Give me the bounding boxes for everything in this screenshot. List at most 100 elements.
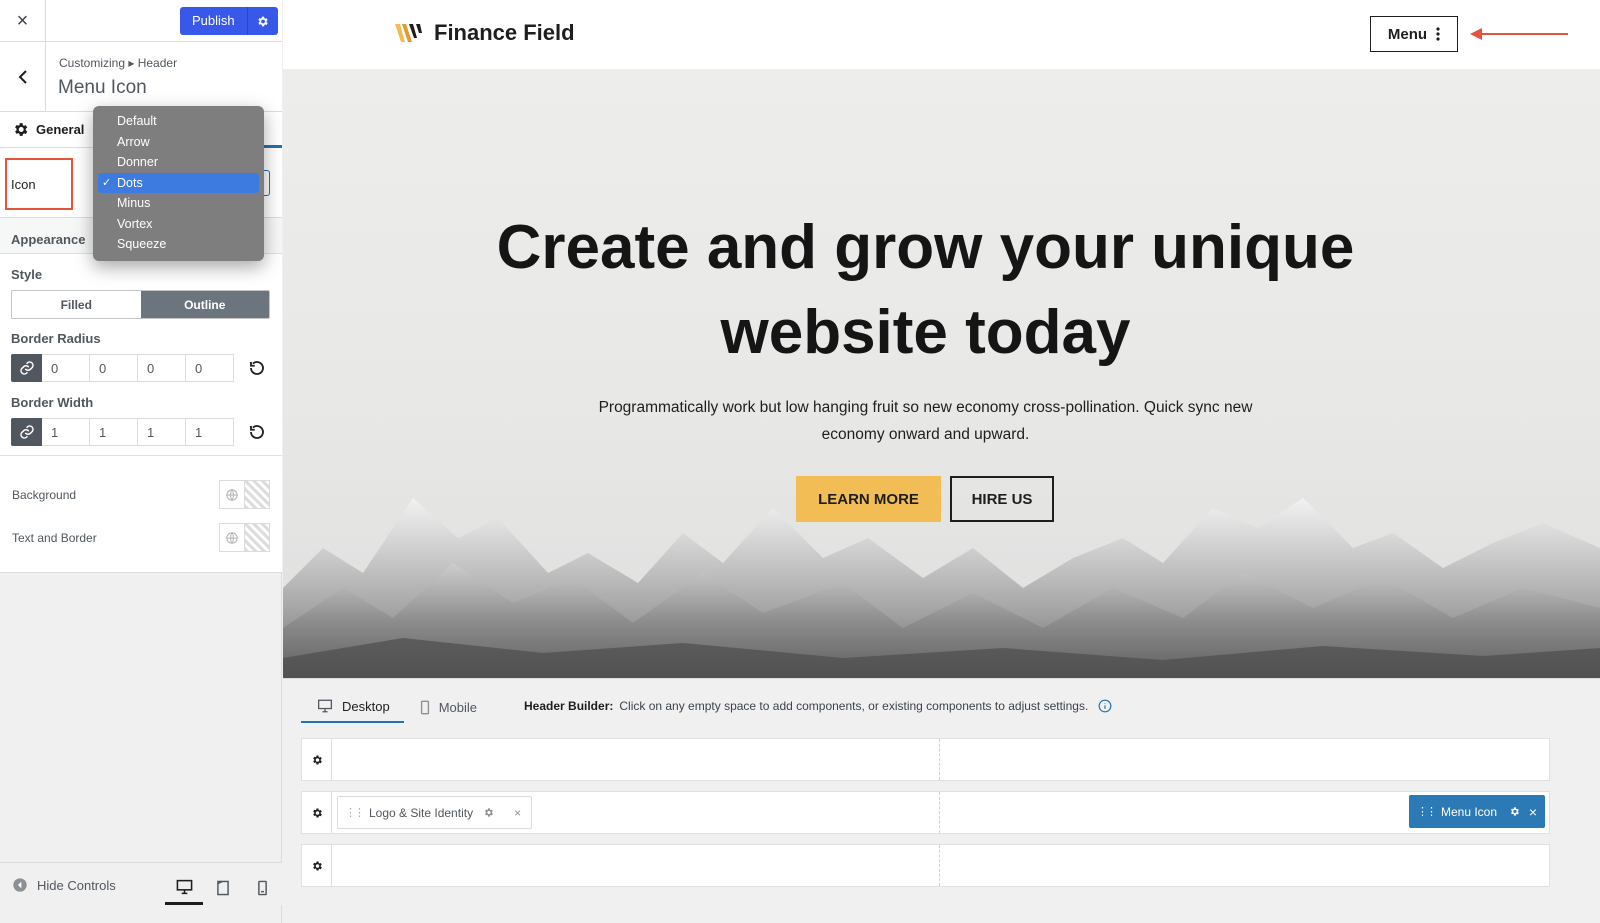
builder-help-body: Click on any empty space to add componen… (619, 699, 1089, 713)
row-settings-gear-icon[interactable] (302, 739, 332, 780)
gear-icon (15, 123, 28, 136)
style-filled-button[interactable]: Filled (12, 291, 141, 318)
section-title: Menu Icon (58, 77, 147, 98)
background-color-control[interactable] (219, 480, 270, 509)
preview-mobile-button[interactable] (243, 871, 281, 905)
dropdown-option-arrow[interactable]: Arrow (98, 132, 259, 153)
hero-subtitle: Programmatically work but low hanging fr… (598, 399, 1253, 443)
mobile-icon (257, 880, 267, 896)
menu-label: Menu (1387, 25, 1428, 43)
icon-label: Icon (11, 177, 36, 192)
border-width-right[interactable]: 1 (90, 418, 138, 446)
builder-row-main[interactable]: ⋮⋮ Logo & Site Identity × ⋮⋮ Menu Icon × (301, 791, 1550, 834)
gear-icon[interactable] (1509, 806, 1520, 817)
dropdown-option-squeeze[interactable]: Squeeze (98, 234, 259, 255)
row-settings-gear-icon[interactable] (302, 845, 332, 886)
remove-icon[interactable]: × (514, 806, 521, 820)
site-header: Finance Field Menu (283, 0, 1600, 70)
site-preview: Finance Field Menu Create and grow your … (283, 0, 1600, 923)
section-header: Customizing ▸ Header Menu Icon (0, 42, 282, 112)
background-label: Background (12, 488, 77, 502)
collapse-icon (13, 878, 27, 892)
gear-icon[interactable] (483, 807, 494, 818)
publish-settings-gear-icon[interactable] (247, 7, 278, 35)
customizer-panel: × Publish Customizing ▸ Header Menu Icon… (0, 0, 282, 923)
row-divider (939, 845, 940, 886)
tab-general[interactable]: General (12, 121, 84, 138)
publish-button-group: Publish (180, 7, 278, 35)
link-icon (19, 425, 34, 439)
customizer-footer: Hide Controls (0, 862, 282, 905)
link-icon (19, 361, 34, 375)
border-radius-inputs: 0 0 0 0 (11, 354, 234, 382)
logo-mark-icon (395, 24, 422, 42)
builder-tab-desktop-label: Desktop (342, 698, 390, 714)
border-radius-bottom[interactable]: 0 (138, 354, 186, 382)
preview-tablet-button[interactable] (204, 871, 242, 905)
dropdown-option-donner[interactable]: Donner (98, 152, 259, 173)
link-values-button[interactable] (11, 418, 42, 446)
mountains-image (283, 498, 1600, 678)
border-width-top[interactable]: 1 (42, 418, 90, 446)
border-radius-left[interactable]: 0 (186, 354, 234, 382)
row-settings-gear-icon[interactable] (302, 792, 332, 833)
builder-tab-mobile-label: Mobile (438, 699, 477, 715)
globe-icon[interactable] (220, 524, 245, 551)
desktop-icon (176, 879, 192, 894)
border-width-left[interactable]: 1 (186, 418, 234, 446)
dropdown-option-vortex[interactable]: Vortex (98, 214, 259, 235)
hero-title: Create and grow your unique website toda… (496, 213, 1355, 367)
dropdown-option-minus[interactable]: Minus (98, 193, 259, 214)
mobile-icon (420, 700, 429, 714)
row-divider (939, 792, 940, 833)
globe-icon[interactable] (220, 481, 245, 508)
border-radius-top[interactable]: 0 (42, 354, 90, 382)
remove-icon[interactable]: × (1529, 804, 1537, 820)
customizer-topbar: × Publish (0, 0, 282, 42)
info-icon[interactable] (1098, 699, 1112, 713)
style-label: Style (11, 267, 43, 282)
logo-site-identity-chip[interactable]: ⋮⋮ Logo & Site Identity × (337, 796, 533, 829)
hide-controls-button[interactable]: Hide Controls (12, 877, 116, 893)
drag-handle-icon[interactable]: ⋮⋮ (345, 806, 365, 819)
builder-row-top[interactable] (301, 738, 1550, 781)
builder-tab-mobile[interactable]: Mobile (404, 691, 491, 723)
text-border-color-swatch[interactable] (245, 524, 269, 551)
builder-row-bottom[interactable] (301, 844, 1550, 887)
link-values-button[interactable] (11, 354, 42, 382)
publish-button[interactable]: Publish (180, 7, 248, 35)
builder-device-tabs: Desktop Mobile (301, 691, 491, 723)
border-width-bottom[interactable]: 1 (138, 418, 186, 446)
annotation-arrow (1470, 28, 1568, 40)
style-outline-button[interactable]: Outline (140, 291, 269, 318)
dropdown-option-dots[interactable]: ✓ Dots (98, 172, 259, 193)
dropdown-option-default[interactable]: Default (98, 111, 259, 132)
appearance-label: Appearance (11, 232, 86, 247)
dropdown-option-dots-label: Dots (117, 175, 143, 190)
builder-tab-desktop[interactable]: Desktop (301, 691, 404, 723)
checkmark-icon: ✓ (102, 176, 112, 189)
divider (0, 455, 282, 456)
hire-us-button[interactable]: HIRE US (950, 476, 1054, 522)
chip-logo-label: Logo & Site Identity (369, 805, 474, 820)
menu-toggle-button[interactable]: Menu (1370, 16, 1458, 52)
back-button[interactable] (0, 42, 46, 112)
border-radius-label: Border Radius (11, 331, 101, 346)
design-settings: Appearance Style Filled Outline Border R… (0, 218, 282, 573)
learn-more-button[interactable]: LEARN MORE (796, 476, 941, 522)
preview-desktop-button[interactable] (165, 871, 203, 905)
border-width-reset-icon[interactable] (246, 421, 268, 443)
border-radius-reset-icon[interactable] (246, 357, 268, 379)
site-logo[interactable]: Finance Field (395, 20, 575, 46)
border-radius-right[interactable]: 0 (90, 354, 138, 382)
desktop-icon (318, 699, 332, 713)
menu-icon-chip[interactable]: ⋮⋮ Menu Icon × (1409, 795, 1545, 828)
chevron-left-icon (18, 70, 27, 84)
text-border-color-control[interactable] (219, 523, 270, 552)
background-color-swatch[interactable] (245, 481, 269, 508)
builder-help-title: Header Builder: (524, 699, 614, 713)
tablet-icon (217, 880, 229, 896)
drag-handle-icon[interactable]: ⋮⋮ (1417, 805, 1437, 818)
breadcrumb: Customizing ▸ Header (59, 56, 178, 70)
close-customizer-button[interactable]: × (0, 0, 46, 42)
